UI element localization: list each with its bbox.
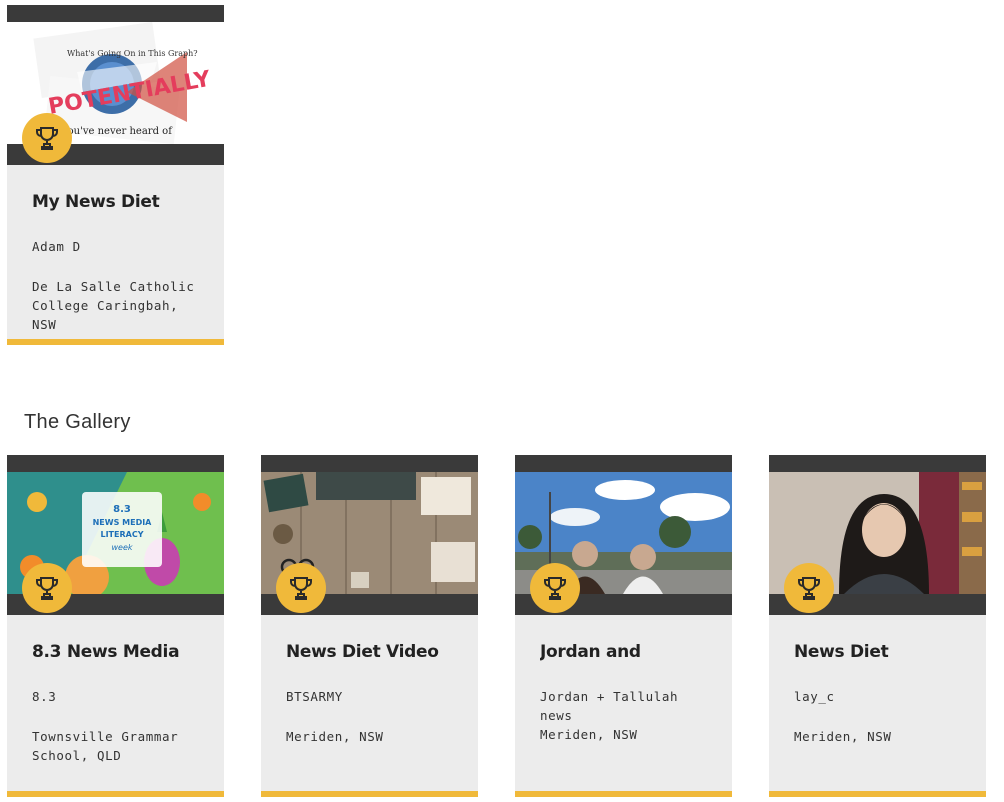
entry-author: lay_c <box>794 689 835 704</box>
entry-title[interactable]: 8.3 News Media <box>32 642 199 662</box>
trophy-icon <box>530 563 580 613</box>
entry-author: BTSARMY <box>286 689 343 704</box>
entry-title[interactable]: My News Diet <box>32 192 199 212</box>
card-top-bar <box>261 455 478 472</box>
card-top-bar <box>515 455 732 472</box>
entry-school: Townsville Grammar School, QLD <box>32 729 179 763</box>
trophy-icon <box>784 563 834 613</box>
thumb-text-literacy: LITERACY <box>100 530 143 539</box>
gallery-heading: The Gallery <box>24 411 131 433</box>
featured-entry-card[interactable]: What's Going On in This Graph? POTENTIAL… <box>7 5 224 345</box>
trophy-icon <box>22 563 72 613</box>
gallery-card[interactable]: 8.3 NEWS MEDIA LITERACY week 8.3 News Me… <box>7 455 224 797</box>
card-top-bar <box>7 455 224 472</box>
entry-title[interactable]: News Diet Video <box>286 642 453 662</box>
card-sub-bar <box>261 563 478 615</box>
card-top-bar <box>769 455 986 472</box>
card-sub-bar <box>7 113 224 165</box>
thumb-text-heard: you've never heard of <box>61 126 173 137</box>
thumb-text-number: 8.3 <box>113 504 131 515</box>
trophy-icon <box>22 113 72 163</box>
entry-title[interactable]: Jordan and <box>540 642 707 662</box>
thumb-text-graph: What's Going On in This Graph? <box>67 49 198 58</box>
entry-author: Jordan + Tallulah news <box>540 689 679 723</box>
entry-school: Meriden, NSW <box>540 727 638 742</box>
thumb-text-news-media: NEWS MEDIA <box>93 518 153 527</box>
entry-author: 8.3 <box>32 689 57 704</box>
gallery-card[interactable]: News Diet Video BTSARMY Meriden, NSW <box>261 455 478 797</box>
entry-school: De La Salle Catholic College Caringbah, … <box>32 279 195 332</box>
gallery-card[interactable]: News Diet lay_c Meriden, NSW <box>769 455 986 797</box>
card-sub-bar <box>515 563 732 615</box>
thumb-text-week: week <box>111 543 132 552</box>
card-sub-bar <box>7 563 224 615</box>
trophy-icon <box>276 563 326 613</box>
entry-school: Meriden, NSW <box>286 729 384 744</box>
card-sub-bar <box>769 563 986 615</box>
gallery-card[interactable]: Jordan and Jordan + Tallulah news Meride… <box>515 455 732 797</box>
card-top-bar <box>7 5 224 22</box>
entry-author: Adam D <box>32 239 81 254</box>
entry-school: Meriden, NSW <box>794 729 892 744</box>
entry-title[interactable]: News Diet <box>794 642 961 662</box>
